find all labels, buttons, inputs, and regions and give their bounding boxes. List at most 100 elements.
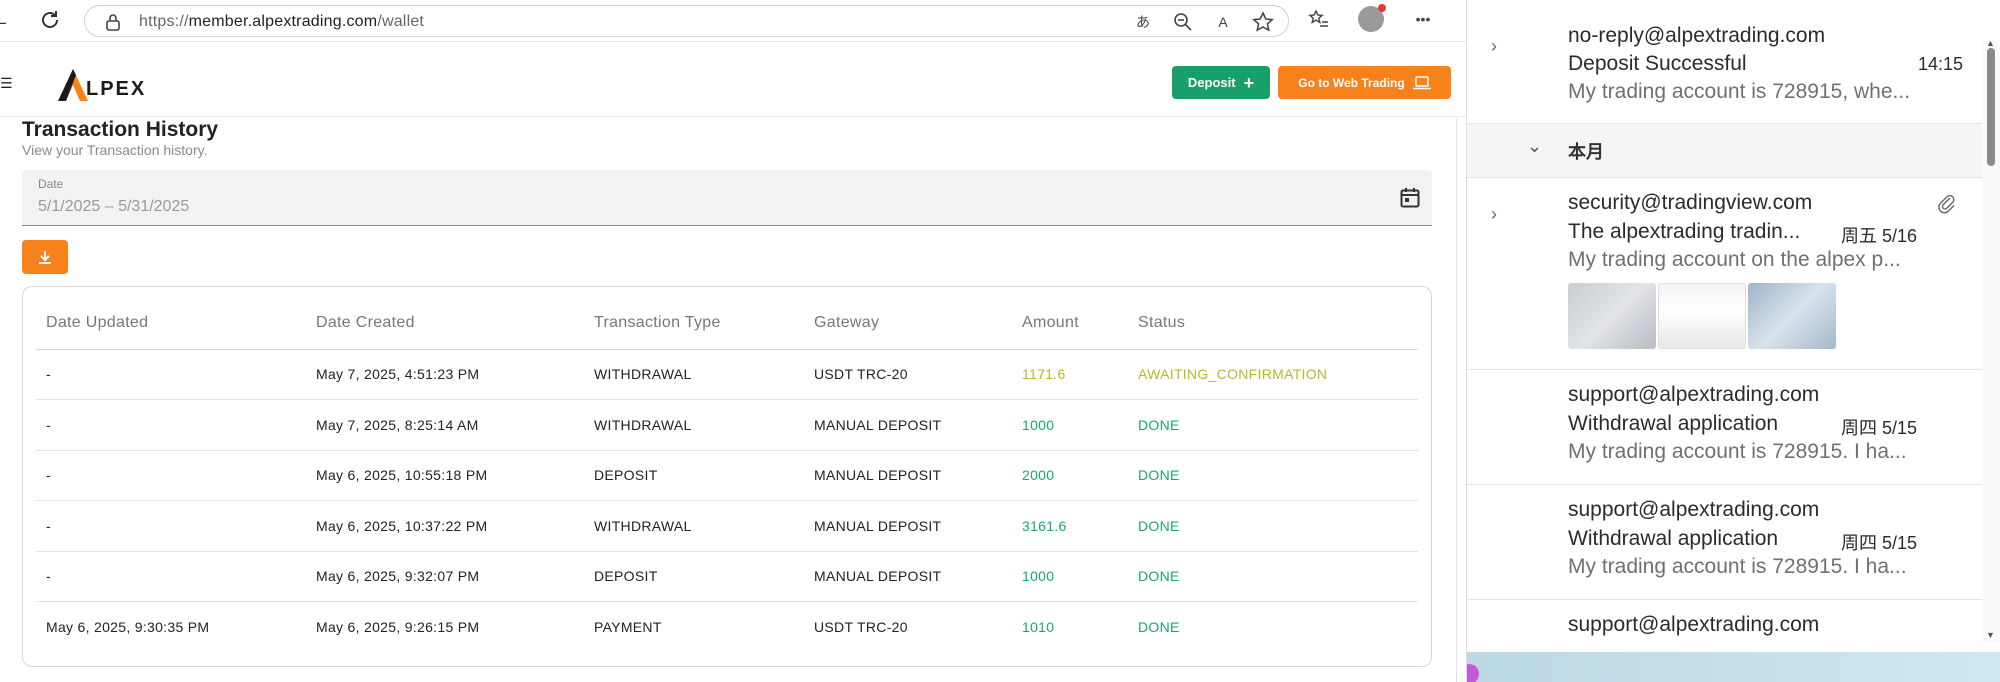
table-row[interactable]: - May 7, 2025, 8:25:14 AM WITHDRAWAL MAN… (36, 399, 1418, 451)
email-sender: support@alpextrading.com (1568, 383, 1820, 406)
back-arrow-icon[interactable]: – (0, 12, 6, 33)
email-scrollbar[interactable]: ▲ ▼ (1982, 38, 2000, 642)
table-row[interactable]: - May 6, 2025, 10:55:18 PM DEPOSIT MANUA… (36, 450, 1418, 501)
url-text[interactable]: https://member.alpextrading.com/wallet (139, 13, 424, 31)
favorite-star-icon[interactable] (1252, 11, 1274, 33)
laptop-icon (1412, 75, 1431, 89)
lock-icon[interactable] (105, 13, 121, 31)
email-time: 14:15 (1918, 54, 1964, 74)
month-group-header[interactable]: ⌄ 本月 (1467, 124, 1983, 178)
cell-date-created: May 6, 2025, 9:32:07 PM (306, 551, 584, 602)
cell-date-created: May 6, 2025, 9:26:15 PM (316, 619, 480, 635)
web-trading-button-label: Go to Web Trading (1298, 75, 1405, 90)
table-row[interactable]: - May 6, 2025, 9:32:07 PM DEPOSIT MANUAL… (36, 551, 1418, 602)
pane-divider (1456, 118, 1457, 682)
attachment-thumbnail[interactable] (1568, 283, 1656, 349)
column-header-gateway[interactable]: Gateway (804, 297, 1012, 350)
cell-status: DONE (1128, 450, 1418, 501)
reload-icon[interactable] (38, 8, 62, 32)
email-item[interactable]: support@alpextrading.com Withdrawal appl… (1467, 485, 1983, 600)
cell-date-created: May 7, 2025, 8:25:14 AM (306, 399, 584, 451)
cell-gateway: MANUAL DEPOSIT (804, 450, 1012, 501)
cell-amount: 1171.6 (1012, 349, 1128, 400)
logo-text: LPEX (86, 78, 147, 100)
page-subtitle: View your Transaction history. (22, 142, 208, 158)
cell-gateway: MANUAL DEPOSIT (804, 399, 1012, 451)
plus-icon: + (1243, 72, 1255, 93)
cell-status: DONE (1128, 551, 1418, 602)
column-header-date-updated[interactable]: Date Updated (36, 297, 306, 350)
email-sender: support@alpextrading.com (1568, 498, 1820, 521)
browser-toolbar: – https://member.alpextrading.com/wallet… (0, 0, 1466, 42)
cell-status: DONE (1128, 399, 1418, 451)
email-subject: Withdrawal application (1568, 412, 1779, 435)
cell-date-created: May 7, 2025, 4:51:23 PM (306, 349, 584, 400)
scroll-up-icon[interactable]: ▲ (1986, 38, 1995, 48)
email-subject: Withdrawal application (1568, 527, 1779, 550)
email-preview: My trading account is 728915. I ha... (1568, 440, 1907, 463)
cell-date-updated: - (36, 551, 306, 602)
download-button[interactable] (22, 240, 68, 274)
date-range-value[interactable]: 5/1/2025 – 5/31/2025 (38, 198, 189, 216)
address-bar[interactable]: https://member.alpextrading.com/wallet あ… (84, 5, 1289, 37)
column-header-amount[interactable]: Amount (1012, 297, 1128, 350)
email-item[interactable]: support@alpextrading.com Withdrawal appl… (1467, 370, 1983, 485)
cell-amount: 1000 (1012, 551, 1128, 602)
attachment-thumbnails (1568, 283, 1836, 349)
cell-type: PAYMENT (594, 619, 662, 635)
attachment-thumbnail[interactable] (1658, 283, 1746, 349)
cell-date-created: May 6, 2025, 10:37:22 PM (306, 500, 584, 552)
email-item[interactable]: support@alpextrading.com (1467, 600, 1983, 652)
alpex-logo[interactable]: LPEX (56, 63, 146, 103)
cell-amount: 1000 (1012, 399, 1128, 451)
cell-type: WITHDRAWAL (584, 349, 804, 400)
cell-date-updated: - (36, 450, 306, 501)
download-icon (39, 251, 51, 264)
more-options-icon[interactable]: ••• (1412, 8, 1434, 30)
site-header: ☰ LPEX Deposit + Go to Web Trading (0, 43, 1466, 117)
date-field-label: Date (38, 177, 64, 191)
menu-icon[interactable]: ☰ (0, 75, 13, 92)
zoom-out-icon[interactable] (1172, 11, 1194, 33)
favorites-list-icon[interactable] (1308, 8, 1330, 30)
cell-amount: 2000 (1012, 450, 1128, 501)
table-row[interactable]: - May 7, 2025, 4:51:23 PM WITHDRAWAL USD… (36, 349, 1418, 400)
cell-gateway: MANUAL DEPOSIT (804, 500, 1012, 552)
table-row[interactable]: - May 6, 2025, 10:37:22 PM WITHDRAWAL MA… (36, 500, 1418, 552)
translate-icon[interactable]: あ (1132, 11, 1154, 33)
month-group-label: 本月 (1568, 142, 1604, 162)
column-header-transaction-type[interactable]: Transaction Type (584, 297, 804, 350)
cell-status: DONE (1138, 619, 1180, 635)
read-aloud-icon[interactable]: A (1212, 11, 1234, 33)
chevron-down-icon[interactable]: ⌄ (1527, 136, 1542, 157)
column-header-date-created[interactable]: Date Created (306, 297, 584, 350)
email-item[interactable]: › no-reply@alpextrading.com Deposit Succ… (1467, 0, 1983, 124)
email-sender: security@tradingview.com (1568, 191, 1813, 214)
date-range-field[interactable]: Date 5/1/2025 – 5/31/2025 (22, 170, 1432, 226)
cell-status: DONE (1128, 500, 1418, 552)
cell-gateway: USDT TRC-20 (804, 349, 1012, 400)
cell-gateway: USDT TRC-20 (814, 619, 908, 635)
chevron-right-icon[interactable]: › (1491, 36, 1497, 57)
cell-date-updated: - (36, 500, 306, 552)
deposit-button[interactable]: Deposit + (1172, 66, 1270, 99)
scroll-down-icon[interactable]: ▼ (1986, 630, 1995, 640)
app-icon[interactable] (1467, 664, 1479, 682)
cell-type: DEPOSIT (584, 450, 804, 501)
scrollbar-thumb[interactable] (1987, 48, 1995, 166)
cell-amount: 1010 (1022, 619, 1055, 635)
wallet-main: Transaction History View your Transactio… (0, 118, 1456, 682)
email-sender: no-reply@alpextrading.com (1568, 24, 1826, 47)
transaction-table: Date Updated Date Created Transaction Ty… (36, 297, 1418, 652)
web-trading-button[interactable]: Go to Web Trading (1278, 66, 1451, 99)
cell-date-created: May 6, 2025, 10:55:18 PM (306, 450, 584, 501)
deposit-button-label: Deposit (1187, 75, 1236, 90)
profile-avatar[interactable] (1358, 4, 1386, 32)
email-preview: My trading account is 728915, whe... (1568, 80, 1911, 103)
column-header-status[interactable]: Status (1128, 297, 1418, 350)
table-row[interactable]: May 6, 2025, 9:30:35 PM May 6, 2025, 9:2… (36, 602, 1418, 653)
email-time: 周五 5/16 (1841, 226, 1918, 246)
chevron-right-icon[interactable]: › (1491, 204, 1497, 225)
attachment-thumbnail[interactable] (1748, 283, 1836, 349)
calendar-icon[interactable] (1400, 187, 1420, 209)
